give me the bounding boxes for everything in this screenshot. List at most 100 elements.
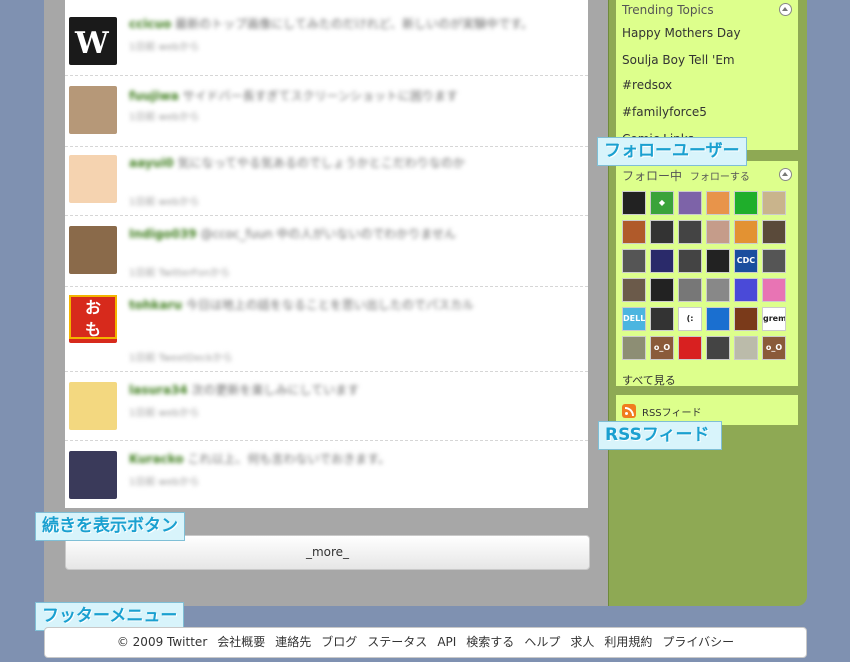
tweet-meta: 1日前 webから (129, 42, 200, 53)
friend-avatar[interactable] (734, 220, 758, 244)
trend-item[interactable]: Happy Mothers Day (622, 26, 741, 40)
friend-avatar[interactable] (762, 249, 786, 273)
timeline-tweet: Kuracko これ以上、何も言わないでおきます。 1日前 webから (65, 441, 588, 508)
footer-link[interactable]: 連絡先 (275, 635, 311, 649)
avatar[interactable] (69, 226, 117, 274)
footer-link[interactable]: 求人 (570, 635, 594, 649)
friend-avatar[interactable] (678, 191, 702, 215)
friend-avatar[interactable] (622, 220, 646, 244)
friend-avatar[interactable] (706, 336, 730, 360)
friend-avatar[interactable] (762, 220, 786, 244)
tweet-username[interactable]: Indigo039 (129, 227, 197, 241)
friend-avatar[interactable]: o_O (762, 336, 786, 360)
footer-link[interactable]: ヘルプ (524, 635, 560, 649)
tweet-text: Kuracko これ以上、何も言わないでおきます。 (129, 451, 390, 467)
collapse-icon[interactable] (779, 3, 792, 16)
tweet-username[interactable]: aayui0 (129, 156, 174, 170)
footer-link[interactable]: ステータス (367, 635, 427, 649)
footer-link[interactable]: 利用規約 (604, 635, 652, 649)
friend-avatar[interactable] (762, 278, 786, 302)
friend-avatar[interactable] (678, 278, 702, 302)
friend-avatar[interactable] (706, 278, 730, 302)
trend-item[interactable]: Soulja Boy Tell 'Em (622, 53, 735, 67)
friend-avatar[interactable] (734, 336, 758, 360)
tweet-text: tohkaru 今日は地上の話をなることを思い出したのでパスカル (129, 297, 474, 313)
friend-avatar[interactable] (678, 249, 702, 273)
svg-text:W: W (74, 26, 110, 61)
timeline-tweet: Indigo039 @ccoc_fuun 中の人がいないのでわかりません 1日前… (65, 216, 588, 287)
follow-link[interactable]: フォローする (690, 172, 750, 183)
rss-link[interactable]: RSSフィード (642, 404, 701, 419)
avatar[interactable] (69, 155, 117, 203)
friend-avatar[interactable] (706, 191, 730, 215)
tweet-text: Indigo039 @ccoc_fuun 中の人がいないのでわかりません (129, 226, 456, 242)
following-title: フォロー中 (622, 169, 683, 183)
tweet-body: サイドバー長すぎてスクリーンショットに困ります (182, 89, 458, 103)
tweet-text: ccicuo 最新のトップ画像にしてみたのだけれど、新しいのが実験中です。 (129, 16, 533, 32)
avatar[interactable] (69, 86, 117, 134)
friend-avatar[interactable] (734, 307, 758, 331)
friend-avatar[interactable] (650, 249, 674, 273)
trend-item[interactable]: #familyforce5 (622, 105, 707, 119)
friend-avatar[interactable] (734, 278, 758, 302)
trending-topics-title: Trending Topics (622, 3, 714, 17)
tweet-body: @ccoc_fuun 中の人がいないのでわかりません (200, 227, 457, 241)
collapse-icon[interactable] (779, 168, 792, 181)
trend-item[interactable]: #redsox (622, 78, 672, 92)
timeline: W ccicuo 最新のトップ画像にしてみたのだけれど、新しいのが実験中です。 … (65, 0, 588, 508)
tweet-text: lasura34 次の更新を楽しみにしています (129, 382, 359, 398)
friend-avatar[interactable]: (: (678, 307, 702, 331)
friend-avatar[interactable] (622, 336, 646, 360)
avatar[interactable] (69, 382, 117, 430)
trending-topics-header[interactable]: Trending Topics (616, 0, 798, 20)
tweet-text: fuujiwa サイドバー長すぎてスクリーンショットに困ります (129, 88, 458, 104)
timeline-tweet: fuujiwa サイドバー長すぎてスクリーンショットに困ります 1日前 webか… (65, 76, 588, 147)
friend-avatar[interactable] (762, 191, 786, 215)
friend-avatar[interactable]: gremz (762, 307, 786, 331)
friend-avatar[interactable] (678, 220, 702, 244)
friend-avatar[interactable]: o_O (650, 336, 674, 360)
rss-icon (622, 404, 636, 418)
friend-avatar[interactable] (650, 307, 674, 331)
avatar[interactable] (69, 451, 117, 499)
friend-avatar[interactable] (706, 307, 730, 331)
footer-link[interactable]: 会社概要 (217, 635, 265, 649)
friend-avatar[interactable] (650, 278, 674, 302)
tweet-body: 最新のトップ画像にしてみたのだけれど、新しいのが実験中です。 (175, 17, 533, 31)
friend-avatar[interactable] (706, 249, 730, 273)
tweet-meta: 1日前 webから (129, 477, 200, 488)
footer-link[interactable]: API (437, 635, 456, 649)
friend-avatar[interactable] (650, 220, 674, 244)
friend-avatar[interactable] (734, 191, 758, 215)
friend-avatar[interactable] (678, 336, 702, 360)
tweet-body: 気になってやる気あるのでしょうかとこだわりなのか (177, 156, 465, 170)
tweet-body: これ以上、何も言わないでおきます。 (187, 452, 390, 466)
tweet-meta: 1日前 webから (129, 408, 200, 419)
friend-avatar[interactable] (622, 278, 646, 302)
footer-link[interactable]: プライバシー (662, 635, 734, 649)
friend-avatar[interactable] (706, 220, 730, 244)
avatar[interactable]: W (69, 17, 117, 65)
tweet-username[interactable]: tohkaru (129, 298, 182, 312)
tweet-username[interactable]: lasura34 (129, 383, 188, 397)
timeline-tweet: W ccicuo 最新のトップ画像にしてみたのだけれど、新しいのが実験中です。 … (65, 0, 588, 76)
footer-link[interactable]: ブログ (321, 635, 357, 649)
timeline-tweet: lasura34 次の更新を楽しみにしています 1日前 webから (65, 372, 588, 441)
footer-copyright: © 2009 Twitter (116, 635, 208, 649)
tweet-username[interactable]: ccicuo (129, 17, 171, 31)
friend-avatar[interactable]: ◆ (650, 191, 674, 215)
tweet-meta: 1日前 TwitterFonから (129, 268, 230, 279)
footer-link[interactable]: 検索する (466, 635, 514, 649)
footer-menu: © 2009 Twitter 会社概要 連絡先 ブログ ステータス API 検索する ヘルプ求… (44, 627, 807, 658)
friend-avatar[interactable]: DELL (622, 307, 646, 331)
friend-avatar[interactable] (622, 249, 646, 273)
friend-avatar[interactable] (622, 191, 646, 215)
see-all-link[interactable]: すべて見る (622, 372, 676, 388)
tweet-body: 次の更新を楽しみにしています (191, 383, 360, 397)
annotation-rss-feed: RSSフィード (598, 421, 722, 450)
friend-avatar[interactable]: CDC (734, 249, 758, 273)
tweet-username[interactable]: fuujiwa (129, 89, 179, 103)
avatar[interactable]: おも (69, 295, 117, 343)
tweet-meta: 1日前 webから (129, 197, 200, 208)
tweet-username[interactable]: Kuracko (129, 452, 184, 466)
